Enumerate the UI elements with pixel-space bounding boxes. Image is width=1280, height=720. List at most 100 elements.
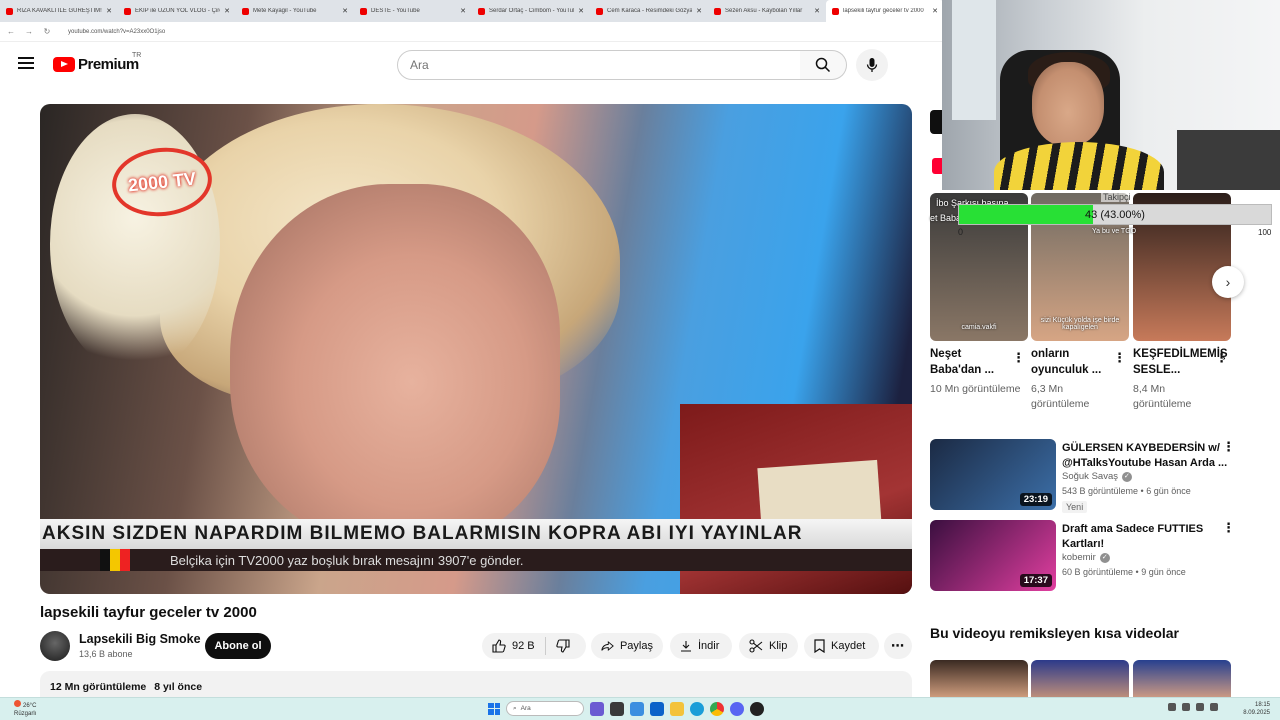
sidebar-chip[interactable] [930, 110, 942, 134]
clip-button[interactable]: Klip [739, 633, 798, 659]
video-thumbnail[interactable]: 17:37 [930, 520, 1056, 591]
close-tab-icon[interactable]: ✕ [814, 7, 820, 15]
thumbs-down-icon[interactable] [555, 639, 570, 653]
short-more-icon[interactable]: ⋮ [1215, 350, 1228, 366]
browser-tab[interactable]: Mete Kayagil - YouTube ✕ [236, 0, 354, 22]
short-caption: camia.vakfi [961, 324, 997, 331]
volume-icon[interactable] [1196, 703, 1204, 711]
youtube-favicon-icon [360, 7, 367, 15]
edge-icon[interactable] [690, 701, 704, 716]
short-title[interactable]: Neşet Baba'dan ... [930, 346, 1014, 378]
recommended-video[interactable]: 23:19 GÜLERSEN KAYBEDERSİN w/ @HTalksYout… [930, 439, 1270, 513]
forward-icon[interactable]: → [22, 27, 36, 36]
youtube-favicon-icon [596, 7, 603, 15]
video-thumbnail[interactable]: 23:19 [930, 439, 1056, 510]
browser-tab[interactable]: EKİP ile UZUN YOL VLOG - Çiro ✕ [118, 0, 236, 22]
menu-icon[interactable] [18, 57, 34, 69]
download-icon [681, 641, 691, 652]
search-input[interactable] [410, 58, 800, 72]
view-count: 12 Mn görüntüleme [50, 681, 147, 693]
wifi-icon[interactable] [1182, 703, 1190, 711]
country-code: TR [132, 52, 142, 59]
recommended-channel[interactable]: kobemir ✓ [1062, 552, 1110, 563]
youtube-logo[interactable]: Premium TR [53, 52, 141, 73]
battery-icon[interactable] [1210, 703, 1218, 711]
save-button[interactable]: Kaydet [804, 633, 879, 659]
youtube-favicon-icon [478, 7, 485, 15]
close-tab-icon[interactable]: ✕ [224, 7, 230, 15]
browser-tab[interactable]: RIZA KAVAKLI İLE GÜREŞTİM! ✕ [0, 0, 118, 22]
recommended-channel-name: Soğuk Savaş [1062, 471, 1118, 482]
video-frame-flower [50, 114, 220, 374]
recommended-channel[interactable]: Soğuk Savaş ✓ [1062, 471, 1132, 482]
copilot-icon[interactable] [590, 701, 604, 716]
recommended-more-icon[interactable]: ⋮ [1222, 439, 1235, 455]
file-explorer-icon[interactable] [670, 701, 684, 716]
new-badge: Yeni [1062, 501, 1088, 513]
short-title[interactable]: onların oyunculuk ... [1031, 346, 1115, 378]
windows-start-icon[interactable] [488, 702, 500, 715]
taskbar-search[interactable]: ⌕ Ara [506, 701, 584, 716]
youtube-favicon-icon [832, 7, 839, 15]
voice-search-button[interactable] [856, 49, 888, 81]
search-button[interactable] [800, 50, 847, 80]
tray-chevron-icon[interactable] [1168, 703, 1176, 711]
recommended-title[interactable]: Draft ama Sadece FUTTIES Kartları! [1062, 522, 1242, 552]
short-title[interactable]: KEŞFEDİLMEMİŞ SESLE... [1133, 346, 1228, 378]
browser-tab-title: Mete Kayagil - YouTube [253, 8, 317, 14]
share-button[interactable]: Paylaş [591, 633, 663, 659]
close-tab-icon[interactable]: ✕ [932, 7, 938, 15]
shorts-next-button[interactable]: › [1212, 266, 1244, 298]
browser-tab[interactable]: lapsekili tayfur geceler tv 2000 ✕ [826, 0, 944, 22]
short-views: 10 Mn görüntüleme [930, 383, 1021, 395]
close-tab-icon[interactable]: ✕ [696, 7, 702, 15]
channel-avatar[interactable] [40, 631, 70, 661]
share-icon [601, 640, 614, 652]
close-tab-icon[interactable]: ✕ [106, 7, 112, 15]
reload-icon[interactable]: ↻ [40, 27, 54, 36]
video-duration: 23:19 [1019, 493, 1052, 506]
verified-check-icon: ✓ [1121, 471, 1132, 482]
url-text[interactable]: youtube.com/watch?v=A23xx0O1jso [68, 29, 165, 35]
back-icon[interactable]: ← [4, 27, 18, 36]
browser-tab[interactable]: DESTE - YouTube ✕ [354, 0, 472, 22]
more-actions-button[interactable]: ⋯ [884, 633, 912, 659]
weather-widget[interactable]: 26°C Rüzgarlı [14, 700, 36, 718]
subscribe-button[interactable]: Abone ol [205, 633, 271, 659]
video-title: lapsekili tayfur geceler tv 2000 [40, 604, 257, 621]
browser-tab[interactable]: Cem Karaca - Resimdeki Gözyaşları✕ [590, 0, 708, 22]
channel-name[interactable]: Lapsekili Big Smoke [79, 632, 201, 646]
task-view-icon[interactable] [610, 701, 624, 716]
short-more-icon[interactable]: ⋮ [1113, 350, 1126, 366]
mail-icon[interactable] [650, 701, 664, 716]
remix-short-thumbnail[interactable] [930, 660, 1028, 700]
browser-tab[interactable]: Sezen Aksu - Kaybolan Yıllar ✕ [708, 0, 826, 22]
remix-short-thumbnail[interactable] [1133, 660, 1231, 700]
shorts-logo-icon [932, 158, 942, 174]
ticker-text: AKSIN SIZDEN NAPARDIM BILMEMO BALARMISIN… [42, 523, 803, 544]
obs-icon[interactable] [750, 701, 764, 716]
download-button[interactable]: İndir [670, 633, 732, 659]
short-caption: sizi Küçük yolda işe birde kapalıgelen [1040, 317, 1120, 331]
remix-short-thumbnail[interactable] [1031, 660, 1129, 700]
video-player[interactable]: 2000 TV AKSIN SIZDEN NAPARDIM BILMEMO BA… [40, 104, 912, 594]
recommended-more-icon[interactable]: ⋮ [1222, 520, 1235, 536]
like-count[interactable]: 92 B [512, 640, 535, 652]
webcam-face [1032, 62, 1104, 146]
browser-tab-title: DESTE - YouTube [371, 8, 420, 14]
like-dislike-group: 92 B [482, 633, 586, 659]
thumbs-up-icon[interactable] [492, 639, 506, 653]
close-tab-icon[interactable]: ✕ [342, 7, 348, 15]
recommended-title[interactable]: GÜLERSEN KAYBEDERSİN w/ @HTalksYoutube H… [1062, 441, 1242, 471]
discord-icon[interactable] [730, 701, 744, 716]
recommended-meta: 543 B görüntüleme • 6 gün önce [1062, 486, 1191, 496]
taskbar-clock[interactable]: 18:15 8.09.2025 [1243, 701, 1270, 717]
short-more-icon[interactable]: ⋮ [1012, 350, 1025, 366]
chrome-icon[interactable] [710, 701, 724, 716]
close-tab-icon[interactable]: ✕ [578, 7, 584, 15]
browser-tab-title: RIZA KAVAKLI İLE GÜREŞTİM! [17, 8, 102, 14]
store-icon[interactable] [630, 701, 644, 716]
browser-tab[interactable]: Serdar Ortaç - Cimbom - YouTube ✕ [472, 0, 590, 22]
close-tab-icon[interactable]: ✕ [460, 7, 466, 15]
recommended-video[interactable]: 17:37 Draft ama Sadece FUTTIES Kartları! k… [930, 520, 1270, 592]
